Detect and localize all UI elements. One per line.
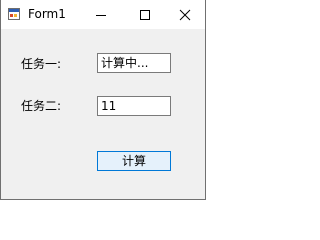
task2-label: 任务二: [21,99,62,113]
maximize-button[interactable] [123,0,167,29]
form-client-area: 任务一: 计算中... 任务二: 11 计算 [1,29,205,199]
task1-textbox[interactable]: 计算中... [97,53,171,73]
title-bar[interactable]: Form1 [0,0,206,29]
close-icon [179,9,191,20]
task1-label: 任务一: [21,57,62,71]
minimize-icon [96,14,106,16]
compute-button[interactable]: 计算 [97,151,171,171]
window-title: Form1 [28,7,66,21]
maximize-icon [140,9,150,20]
task2-textbox[interactable]: 11 [97,96,171,116]
close-button[interactable] [163,0,207,29]
app-form-icon [8,8,20,20]
minimize-button[interactable] [79,0,123,29]
form1-window: Form1 任务一: 计算中... 任务二: 11 计算 [0,0,206,200]
